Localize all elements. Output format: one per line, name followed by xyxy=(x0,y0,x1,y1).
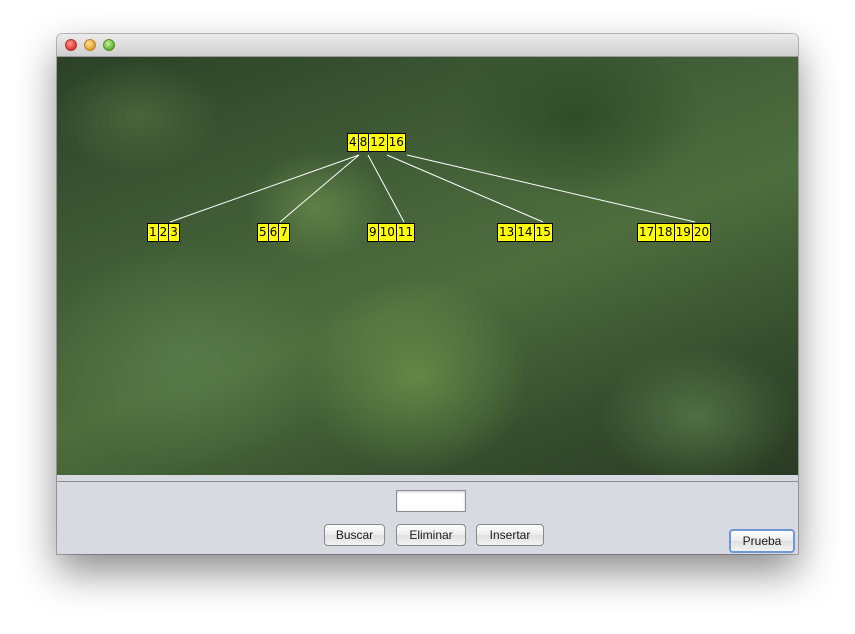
buscar-button[interactable]: Buscar xyxy=(324,524,385,546)
title-bar[interactable] xyxy=(57,34,798,57)
node-key: 5 xyxy=(258,224,269,241)
insertar-button[interactable]: Insertar xyxy=(476,524,544,546)
tree-node-child-4: 13 14 15 xyxy=(497,223,553,242)
node-key: 20 xyxy=(692,224,711,241)
prueba-button[interactable]: Prueba xyxy=(729,529,795,553)
node-key: 7 xyxy=(279,224,289,241)
tree-node-child-3: 9 10 11 xyxy=(367,223,416,242)
node-key: 19 xyxy=(674,224,693,241)
tree-edge xyxy=(386,154,544,223)
eliminar-button[interactable]: Eliminar xyxy=(396,524,466,546)
minimize-window-icon[interactable] xyxy=(84,39,96,51)
node-key: 12 xyxy=(369,134,388,151)
node-key: 10 xyxy=(378,224,397,241)
node-key: 3 xyxy=(169,224,179,241)
node-key: 14 xyxy=(516,224,535,241)
node-key: 17 xyxy=(638,224,657,241)
node-key: 2 xyxy=(158,224,170,241)
tree-node-child-5: 17 18 19 20 xyxy=(637,223,712,242)
tree-node-root: 4 8 12 16 xyxy=(347,133,406,152)
tree-edge xyxy=(169,154,360,223)
tree-edge xyxy=(406,154,696,223)
app-window: 4 8 12 16 1 2 3 5 6 7 9 10 11 13 14 15 1… xyxy=(57,34,798,554)
zoom-window-icon[interactable] xyxy=(103,39,115,51)
tree-edge xyxy=(367,154,405,223)
node-key: 16 xyxy=(387,134,405,151)
node-key: 6 xyxy=(268,224,280,241)
node-key: 9 xyxy=(368,224,379,241)
tree-node-child-2: 5 6 7 xyxy=(257,223,290,242)
node-key: 4 xyxy=(348,134,359,151)
node-key: 13 xyxy=(498,224,517,241)
node-key: 11 xyxy=(396,224,415,241)
node-key: 8 xyxy=(358,134,370,151)
close-window-icon[interactable] xyxy=(65,39,77,51)
tree-edge xyxy=(279,154,360,223)
control-panel: Buscar Eliminar Insertar Prueba xyxy=(57,481,798,554)
node-key: 15 xyxy=(534,224,552,241)
tree-canvas: 4 8 12 16 1 2 3 5 6 7 9 10 11 13 14 15 1… xyxy=(57,57,798,475)
node-key: 18 xyxy=(656,224,675,241)
node-key: 1 xyxy=(148,224,159,241)
tree-node-child-1: 1 2 3 xyxy=(147,223,180,242)
tree-edges xyxy=(169,154,696,223)
value-input[interactable] xyxy=(396,490,466,512)
